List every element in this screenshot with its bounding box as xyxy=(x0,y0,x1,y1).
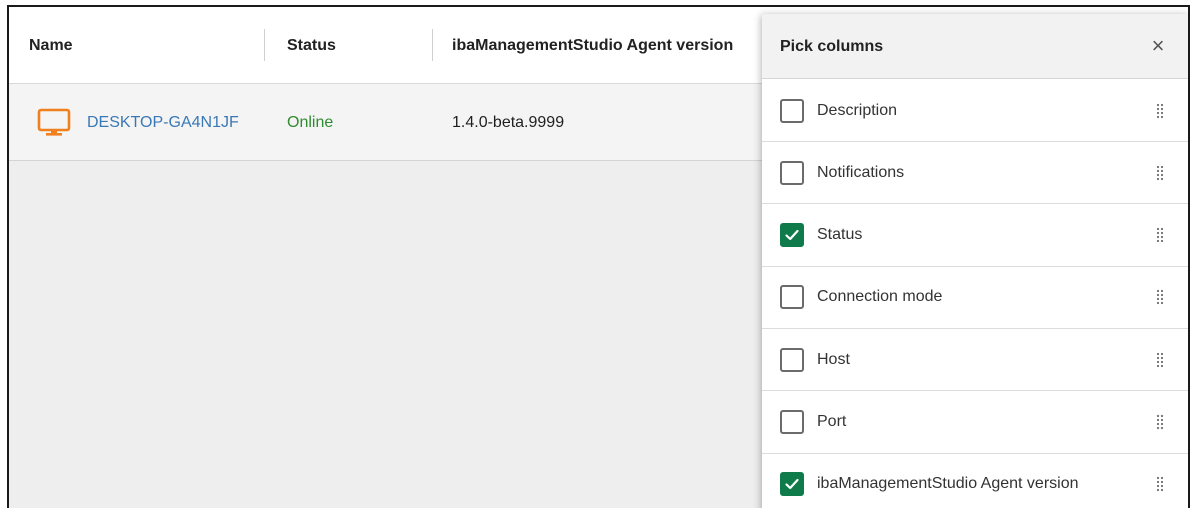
column-option-item[interactable]: Port xyxy=(762,392,1188,454)
status-cell: Online xyxy=(287,84,333,161)
column-option-label: Description xyxy=(817,101,898,119)
column-option-item[interactable]: Notifications xyxy=(762,142,1188,205)
device-name-link[interactable]: DESKTOP-GA4N1JF xyxy=(87,114,239,132)
column-option-item[interactable]: ibaManagementStudio Agent version xyxy=(762,454,1188,508)
checkbox-unchecked[interactable] xyxy=(780,160,804,185)
column-option-label: Port xyxy=(817,413,847,430)
checkbox-checked[interactable] xyxy=(780,223,804,248)
column-header-label: ibaManagementStudio Agent version xyxy=(452,36,734,54)
column-header-label: Name xyxy=(29,36,73,54)
column-header-label: Status xyxy=(287,36,336,54)
column-option-item[interactable]: Status xyxy=(762,205,1188,267)
checkbox-unchecked[interactable] xyxy=(780,410,804,434)
column-option-label: Connection mode xyxy=(817,288,943,306)
checkbox-unchecked[interactable] xyxy=(780,98,804,123)
column-option-item[interactable]: Connection mode xyxy=(762,267,1188,329)
column-header-name[interactable]: Name xyxy=(29,7,264,84)
drag-handle-icon[interactable] xyxy=(1156,475,1164,493)
column-option-item[interactable]: Host xyxy=(762,329,1188,392)
drag-handle-icon[interactable] xyxy=(1156,288,1164,306)
column-option-label: Notifications xyxy=(817,163,905,181)
checkbox-checked[interactable] xyxy=(780,472,804,497)
drag-handle-icon[interactable] xyxy=(1156,226,1164,244)
version-text: 1.4.0-beta.9999 xyxy=(452,113,565,131)
column-header-agent-version[interactable]: ibaManagementStudio Agent version xyxy=(452,7,772,84)
panel-header: Pick columns × xyxy=(762,14,1188,79)
column-option-label: ibaManagementStudio Agent version xyxy=(817,475,1079,493)
panel-title: Pick columns xyxy=(780,37,884,55)
status-text: Online xyxy=(287,113,334,131)
column-option-label: Status xyxy=(817,226,863,244)
column-option-label: Host xyxy=(817,350,850,368)
pick-columns-panel: Pick columns × Description Notifications S… xyxy=(762,14,1188,508)
name-cell: DESKTOP-GA4N1JF xyxy=(37,84,239,161)
column-divider[interactable] xyxy=(432,29,433,61)
close-icon[interactable]: × xyxy=(1146,33,1170,58)
drag-handle-icon[interactable] xyxy=(1156,164,1164,182)
column-divider[interactable] xyxy=(264,29,265,61)
version-cell: 1.4.0-beta.9999 xyxy=(452,84,564,161)
column-header-status[interactable]: Status xyxy=(287,7,427,84)
column-option-item[interactable]: Description xyxy=(762,80,1188,142)
drag-handle-icon[interactable] xyxy=(1156,351,1164,369)
checkbox-unchecked[interactable] xyxy=(780,347,804,372)
monitor-icon xyxy=(37,108,71,136)
drag-handle-icon[interactable] xyxy=(1156,413,1164,431)
checkmark-icon xyxy=(785,229,799,241)
checkmark-icon xyxy=(785,479,799,490)
grid-container: Name Status ibaManagementStudio Agent ve… xyxy=(7,5,1190,508)
drag-handle-icon[interactable] xyxy=(1156,102,1164,120)
checkbox-unchecked[interactable] xyxy=(780,285,804,310)
